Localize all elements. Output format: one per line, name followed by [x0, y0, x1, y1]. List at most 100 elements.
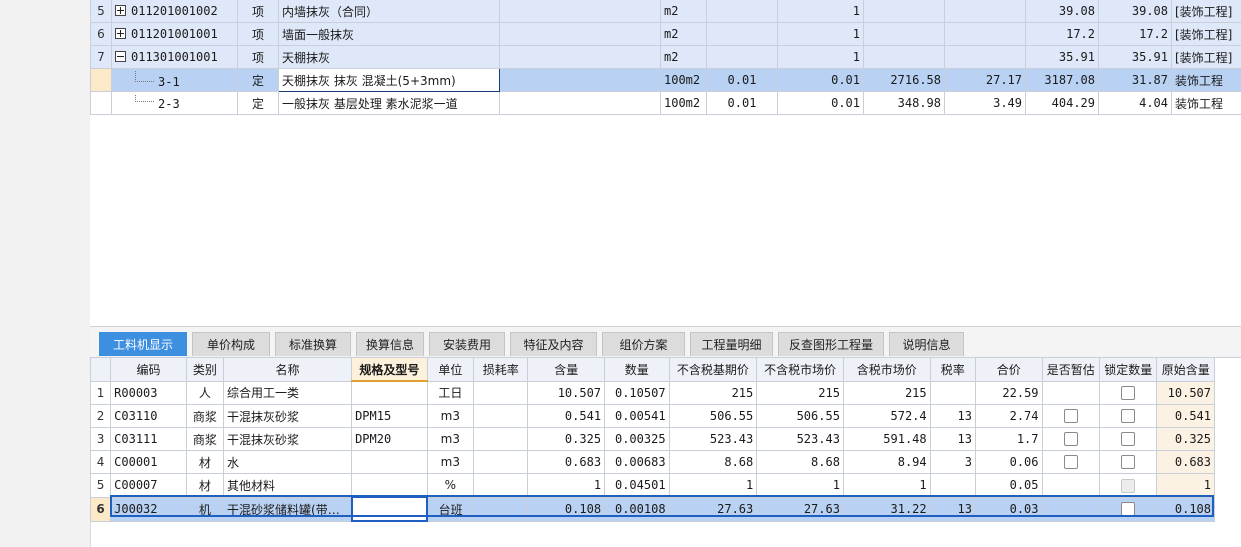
budget-row[interactable]: 3-1 定天棚抹灰 抹灰 混凝土(5+3mm) 100m2 0.01 0.01 2716.…	[90, 68, 1241, 92]
material-content[interactable]: 10.507	[527, 380, 606, 405]
material-name[interactable]: 干混砂浆储料罐(带…	[223, 496, 353, 522]
lock-quantity-cell[interactable]	[1098, 380, 1158, 405]
budget-row[interactable]: 5 011201001002 项内墙抹灰（合同） m2 1 39.08 39.08 [装饰工程…	[90, 0, 1241, 23]
material-unit[interactable]: m3	[426, 404, 475, 428]
material-code[interactable]: R00003	[110, 380, 187, 405]
material-taxed-price[interactable]: 8.94	[842, 450, 931, 474]
material-code[interactable]: C03110	[110, 404, 187, 428]
material-unit[interactable]: m3	[426, 427, 475, 451]
column-header[interactable]: 锁定数量	[1098, 357, 1158, 382]
material-code[interactable]: C00007	[110, 473, 187, 498]
column-header[interactable]: 规格及型号	[351, 357, 428, 382]
item-quantity[interactable]: 1	[777, 0, 864, 23]
material-taxed-price[interactable]: 591.48	[842, 427, 931, 451]
item-code-cell[interactable]: 2-3	[111, 91, 238, 115]
budget-row[interactable]: 6 011201001001 项墙面一般抹灰 m2 1 17.2 17.2 [装饰工程]	[90, 22, 1241, 46]
material-code[interactable]: C00001	[110, 450, 187, 474]
material-market-price[interactable]: 215	[756, 380, 844, 405]
material-category[interactable]: 材	[185, 450, 225, 474]
tab-8[interactable]: 工程量明细	[690, 332, 773, 356]
material-name[interactable]: 水	[223, 450, 353, 474]
item-quantity[interactable]: 0.01	[777, 91, 864, 115]
material-tax-rate[interactable]: 13	[929, 404, 976, 428]
column-header[interactable]: 编码	[110, 357, 187, 382]
material-tax-rate[interactable]: 13	[929, 496, 976, 522]
material-row[interactable]: 3 C03111 商浆 干混抹灰砂浆 DPM20 m3 0.325 0.00325 523.43…	[89, 427, 1215, 451]
item-code-cell[interactable]: 011301001001	[111, 45, 238, 69]
tab-2[interactable]: 单价构成	[192, 332, 270, 356]
is-estimate-cell[interactable]	[1041, 473, 1100, 498]
material-total[interactable]: 0.03	[974, 496, 1043, 522]
material-category[interactable]: 机	[185, 496, 225, 522]
material-base-price[interactable]: 523.43	[668, 427, 758, 451]
column-header[interactable]: 含量	[527, 357, 606, 382]
is-estimate-cell[interactable]	[1041, 427, 1100, 451]
material-category[interactable]: 商浆	[185, 427, 225, 451]
item-quantity[interactable]: 1	[777, 45, 864, 69]
material-loss-rate[interactable]	[473, 427, 529, 451]
is-estimate-cell[interactable]	[1041, 450, 1100, 474]
material-taxed-price[interactable]: 215	[842, 380, 931, 405]
material-total[interactable]: 1.7	[974, 427, 1043, 451]
material-content[interactable]: 0.325	[527, 427, 606, 451]
material-spec[interactable]	[351, 380, 428, 405]
material-base-price[interactable]: 8.68	[668, 450, 758, 474]
material-base-price[interactable]: 215	[668, 380, 758, 405]
budget-row[interactable]: 7 011301001001 项天棚抹灰 m2 1 35.91 35.91 [装饰工程]	[90, 45, 1241, 69]
material-quantity[interactable]: 0.00325	[604, 427, 670, 451]
lock-quantity-checkbox[interactable]	[1121, 502, 1136, 517]
material-quantity[interactable]: 0.10507	[604, 380, 670, 405]
material-market-price[interactable]: 27.63	[756, 496, 844, 522]
column-header[interactable]: 合价	[974, 357, 1043, 382]
material-tax-rate[interactable]: 13	[929, 427, 976, 451]
tab-7[interactable]: 组价方案	[602, 332, 685, 356]
material-quantity[interactable]: 0.00541	[604, 404, 670, 428]
material-tax-rate[interactable]	[929, 473, 976, 498]
is-estimate-cell[interactable]	[1041, 496, 1100, 522]
material-category[interactable]: 材	[185, 473, 225, 498]
material-row[interactable]: 1 R00003 人综合用工一类 工日 10.507 0.10507 215 215 215 22…	[89, 380, 1215, 405]
item-code-cell[interactable]: 011201001001	[111, 22, 238, 46]
lock-quantity-checkbox[interactable]	[1121, 432, 1136, 447]
material-code[interactable]: J00032	[110, 496, 187, 522]
material-spec[interactable]	[351, 473, 428, 498]
item-spec[interactable]	[499, 0, 661, 23]
lock-quantity-checkbox[interactable]	[1121, 386, 1136, 400]
is-estimate-cell[interactable]	[1041, 404, 1100, 428]
lock-quantity-cell[interactable]	[1098, 427, 1158, 451]
tab-3[interactable]: 标准换算	[275, 332, 351, 356]
material-tax-rate[interactable]: 3	[929, 450, 976, 474]
item-quantity[interactable]: 0.01	[777, 68, 864, 92]
material-quantity[interactable]: 0.04501	[604, 473, 670, 498]
material-row[interactable]: 5 C00007 材其他材料% 1 0.04501 1 1 1 0.05 1	[89, 473, 1215, 498]
item-spec[interactable]	[499, 91, 661, 115]
material-total[interactable]: 0.06	[974, 450, 1043, 474]
material-unit[interactable]: m3	[426, 450, 475, 474]
lock-quantity-cell[interactable]	[1098, 404, 1158, 428]
material-quantity[interactable]: 0.00683	[604, 450, 670, 474]
material-row[interactable]: 2 C03110 商浆 干混抹灰砂浆 DPM15 m3 0.541 0.00541 506.55…	[89, 404, 1215, 428]
item-name[interactable]: 天棚抹灰 抹灰 混凝土(5+3mm)	[278, 68, 500, 92]
material-category[interactable]: 人	[185, 380, 225, 405]
material-base-price[interactable]: 27.63	[668, 496, 758, 522]
item-name[interactable]: 一般抹灰 基层处理 素水泥浆一道	[278, 91, 500, 115]
item-spec[interactable]	[499, 45, 661, 69]
material-content[interactable]: 0.541	[527, 404, 606, 428]
tab-9[interactable]: 反查图形工程量	[778, 332, 884, 356]
material-loss-rate[interactable]	[473, 380, 529, 405]
item-spec[interactable]	[499, 22, 661, 46]
column-header[interactable]: 含税市场价	[842, 357, 931, 382]
material-category[interactable]: 商浆	[185, 404, 225, 428]
column-header[interactable]: 不含税基期价	[668, 357, 758, 382]
material-unit[interactable]: 台班	[426, 496, 475, 522]
column-header[interactable]: 名称	[223, 357, 353, 382]
material-content[interactable]: 0.108	[527, 496, 606, 522]
item-quantity[interactable]: 1	[777, 22, 864, 46]
material-unit[interactable]: %	[426, 473, 475, 498]
material-row[interactable]: 6 J00032 机干混砂浆储料罐(带… 台班 0.108 0.00108 27.63 27.…	[89, 496, 1215, 522]
material-taxed-price[interactable]: 1	[842, 473, 931, 498]
column-header[interactable]: 原始含量	[1156, 357, 1215, 382]
tab-4[interactable]: 换算信息	[356, 332, 424, 356]
column-header[interactable]: 损耗率	[473, 357, 529, 382]
budget-row[interactable]: 2-3 定一般抹灰 基层处理 素水泥浆一道 100m2 0.01 0.01 348.98 3…	[90, 91, 1241, 115]
